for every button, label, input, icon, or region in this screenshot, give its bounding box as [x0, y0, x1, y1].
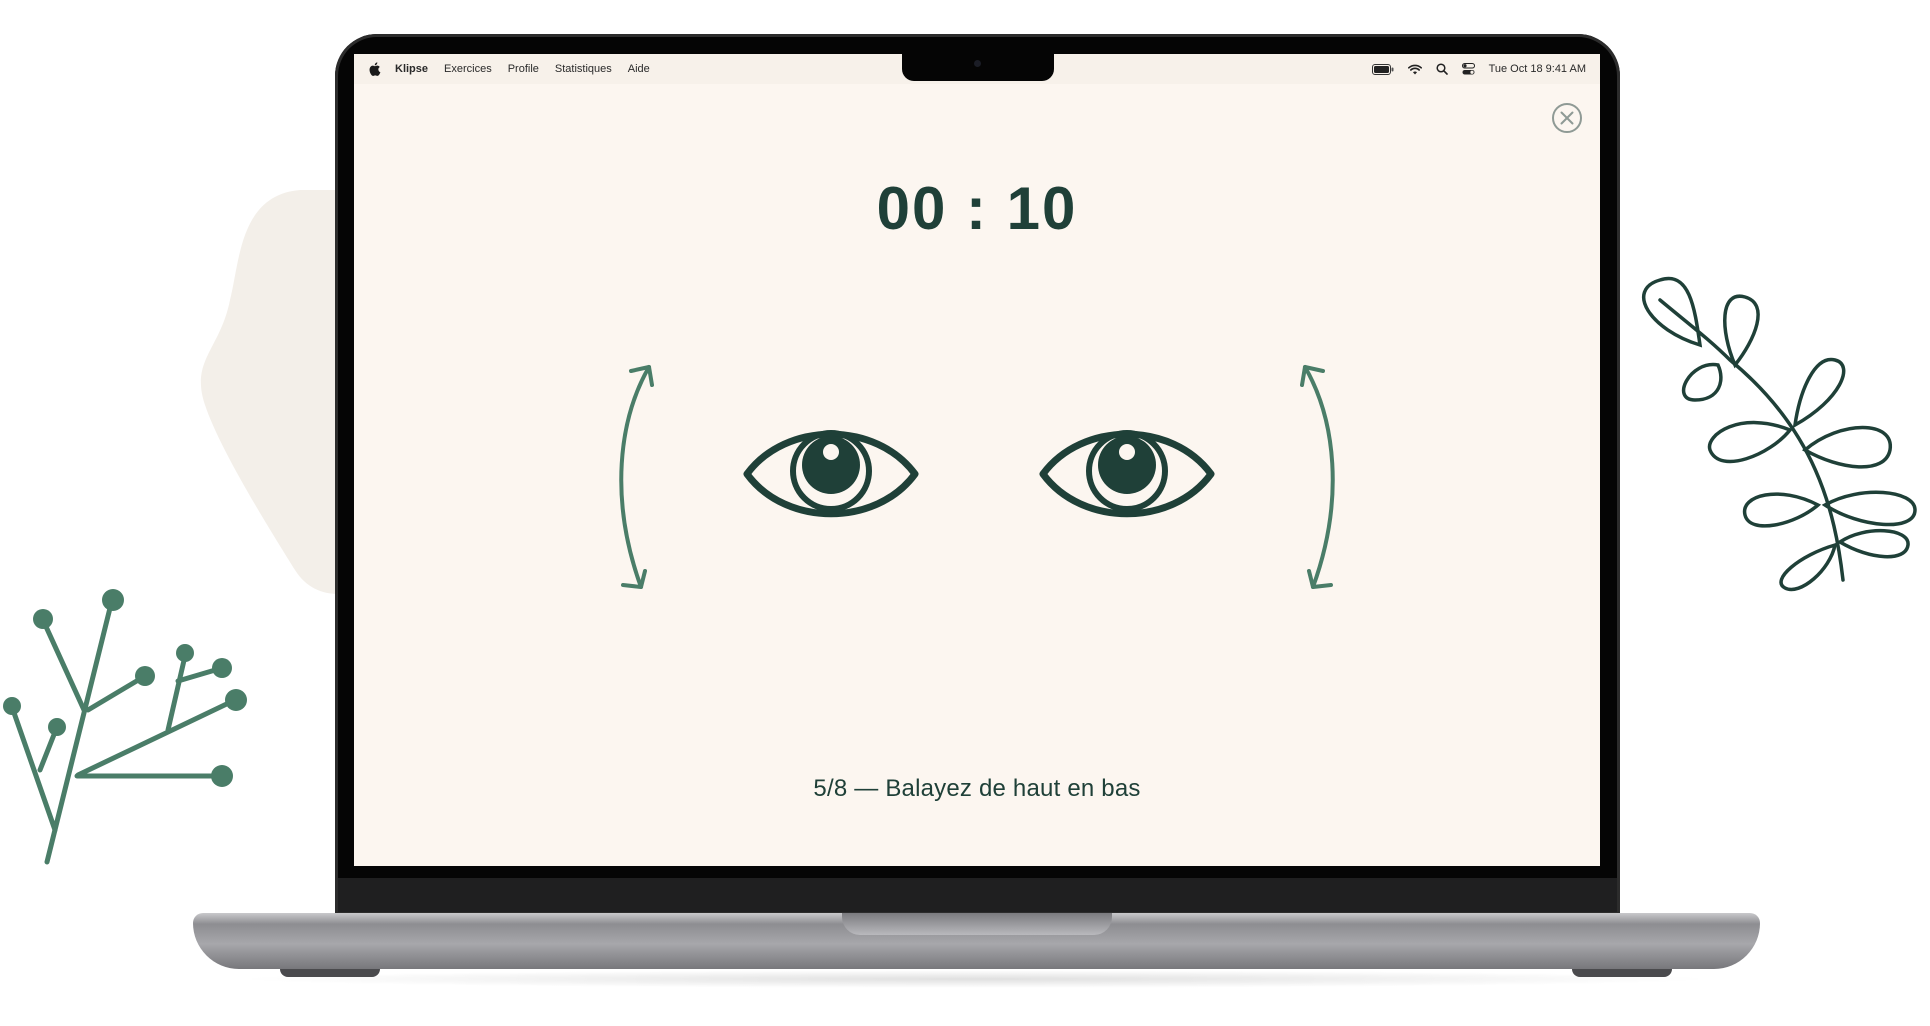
search-icon[interactable]	[1436, 63, 1448, 75]
right-leaves-decoration	[1641, 276, 1917, 592]
menu-item-aide[interactable]: Aide	[628, 63, 650, 75]
right-eye-icon	[1039, 430, 1215, 518]
laptop-foot-right	[1572, 969, 1672, 977]
laptop-shadow	[230, 970, 1720, 988]
left-eye-icon	[743, 430, 919, 518]
camera-lens	[974, 60, 981, 67]
menu-item-exercices[interactable]: Exercices	[444, 63, 492, 75]
laptop-bottom-bezel	[338, 878, 1617, 912]
control-center-icon[interactable]	[1461, 63, 1475, 75]
wifi-icon[interactable]	[1407, 64, 1422, 75]
battery-icon[interactable]	[1371, 63, 1394, 75]
laptop-foot-left	[280, 969, 380, 977]
apple-logo-icon[interactable]	[368, 62, 381, 76]
laptop-open-notch	[842, 913, 1112, 935]
app-screen: Klipse Exercices Profile Statistiques Ai…	[354, 54, 1600, 866]
vertical-sweep-arrow-right-icon	[1300, 365, 1335, 589]
camera-notch	[902, 54, 1054, 81]
marketing-stage: Klipse Exercices Profile Statistiques Ai…	[0, 0, 1930, 1026]
menu-left: Klipse Exercices Profile Statistiques Ai…	[354, 62, 666, 76]
menu-status-area: Tue Oct 18 9:41 AM	[1371, 54, 1586, 84]
exercise-timer: 00 : 10	[876, 175, 1078, 242]
menu-app-name[interactable]: Klipse	[395, 63, 428, 75]
menu-item-statistiques[interactable]: Statistiques	[555, 63, 612, 75]
left-sprig-decoration	[3, 589, 247, 865]
menu-item-profile[interactable]: Profile	[508, 63, 539, 75]
close-button[interactable]	[1551, 102, 1583, 134]
menu-datetime[interactable]: Tue Oct 18 9:41 AM	[1489, 63, 1586, 75]
vertical-sweep-arrow-left-icon	[619, 365, 654, 589]
exercise-instruction: 5/8 — Balayez de haut en bas	[813, 775, 1141, 802]
